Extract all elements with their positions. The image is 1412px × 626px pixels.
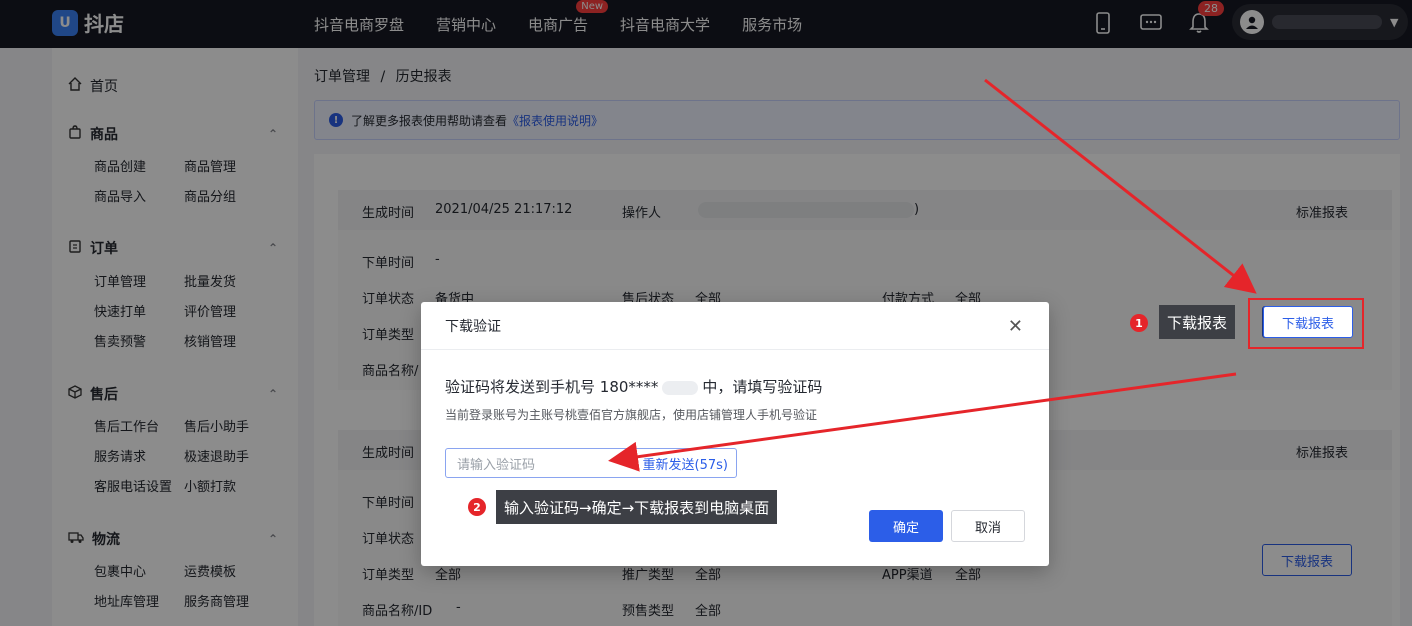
arrow-to-download <box>984 78 1257 294</box>
arrow-to-code-input <box>608 372 1237 472</box>
annotation-arrows <box>608 78 1257 472</box>
